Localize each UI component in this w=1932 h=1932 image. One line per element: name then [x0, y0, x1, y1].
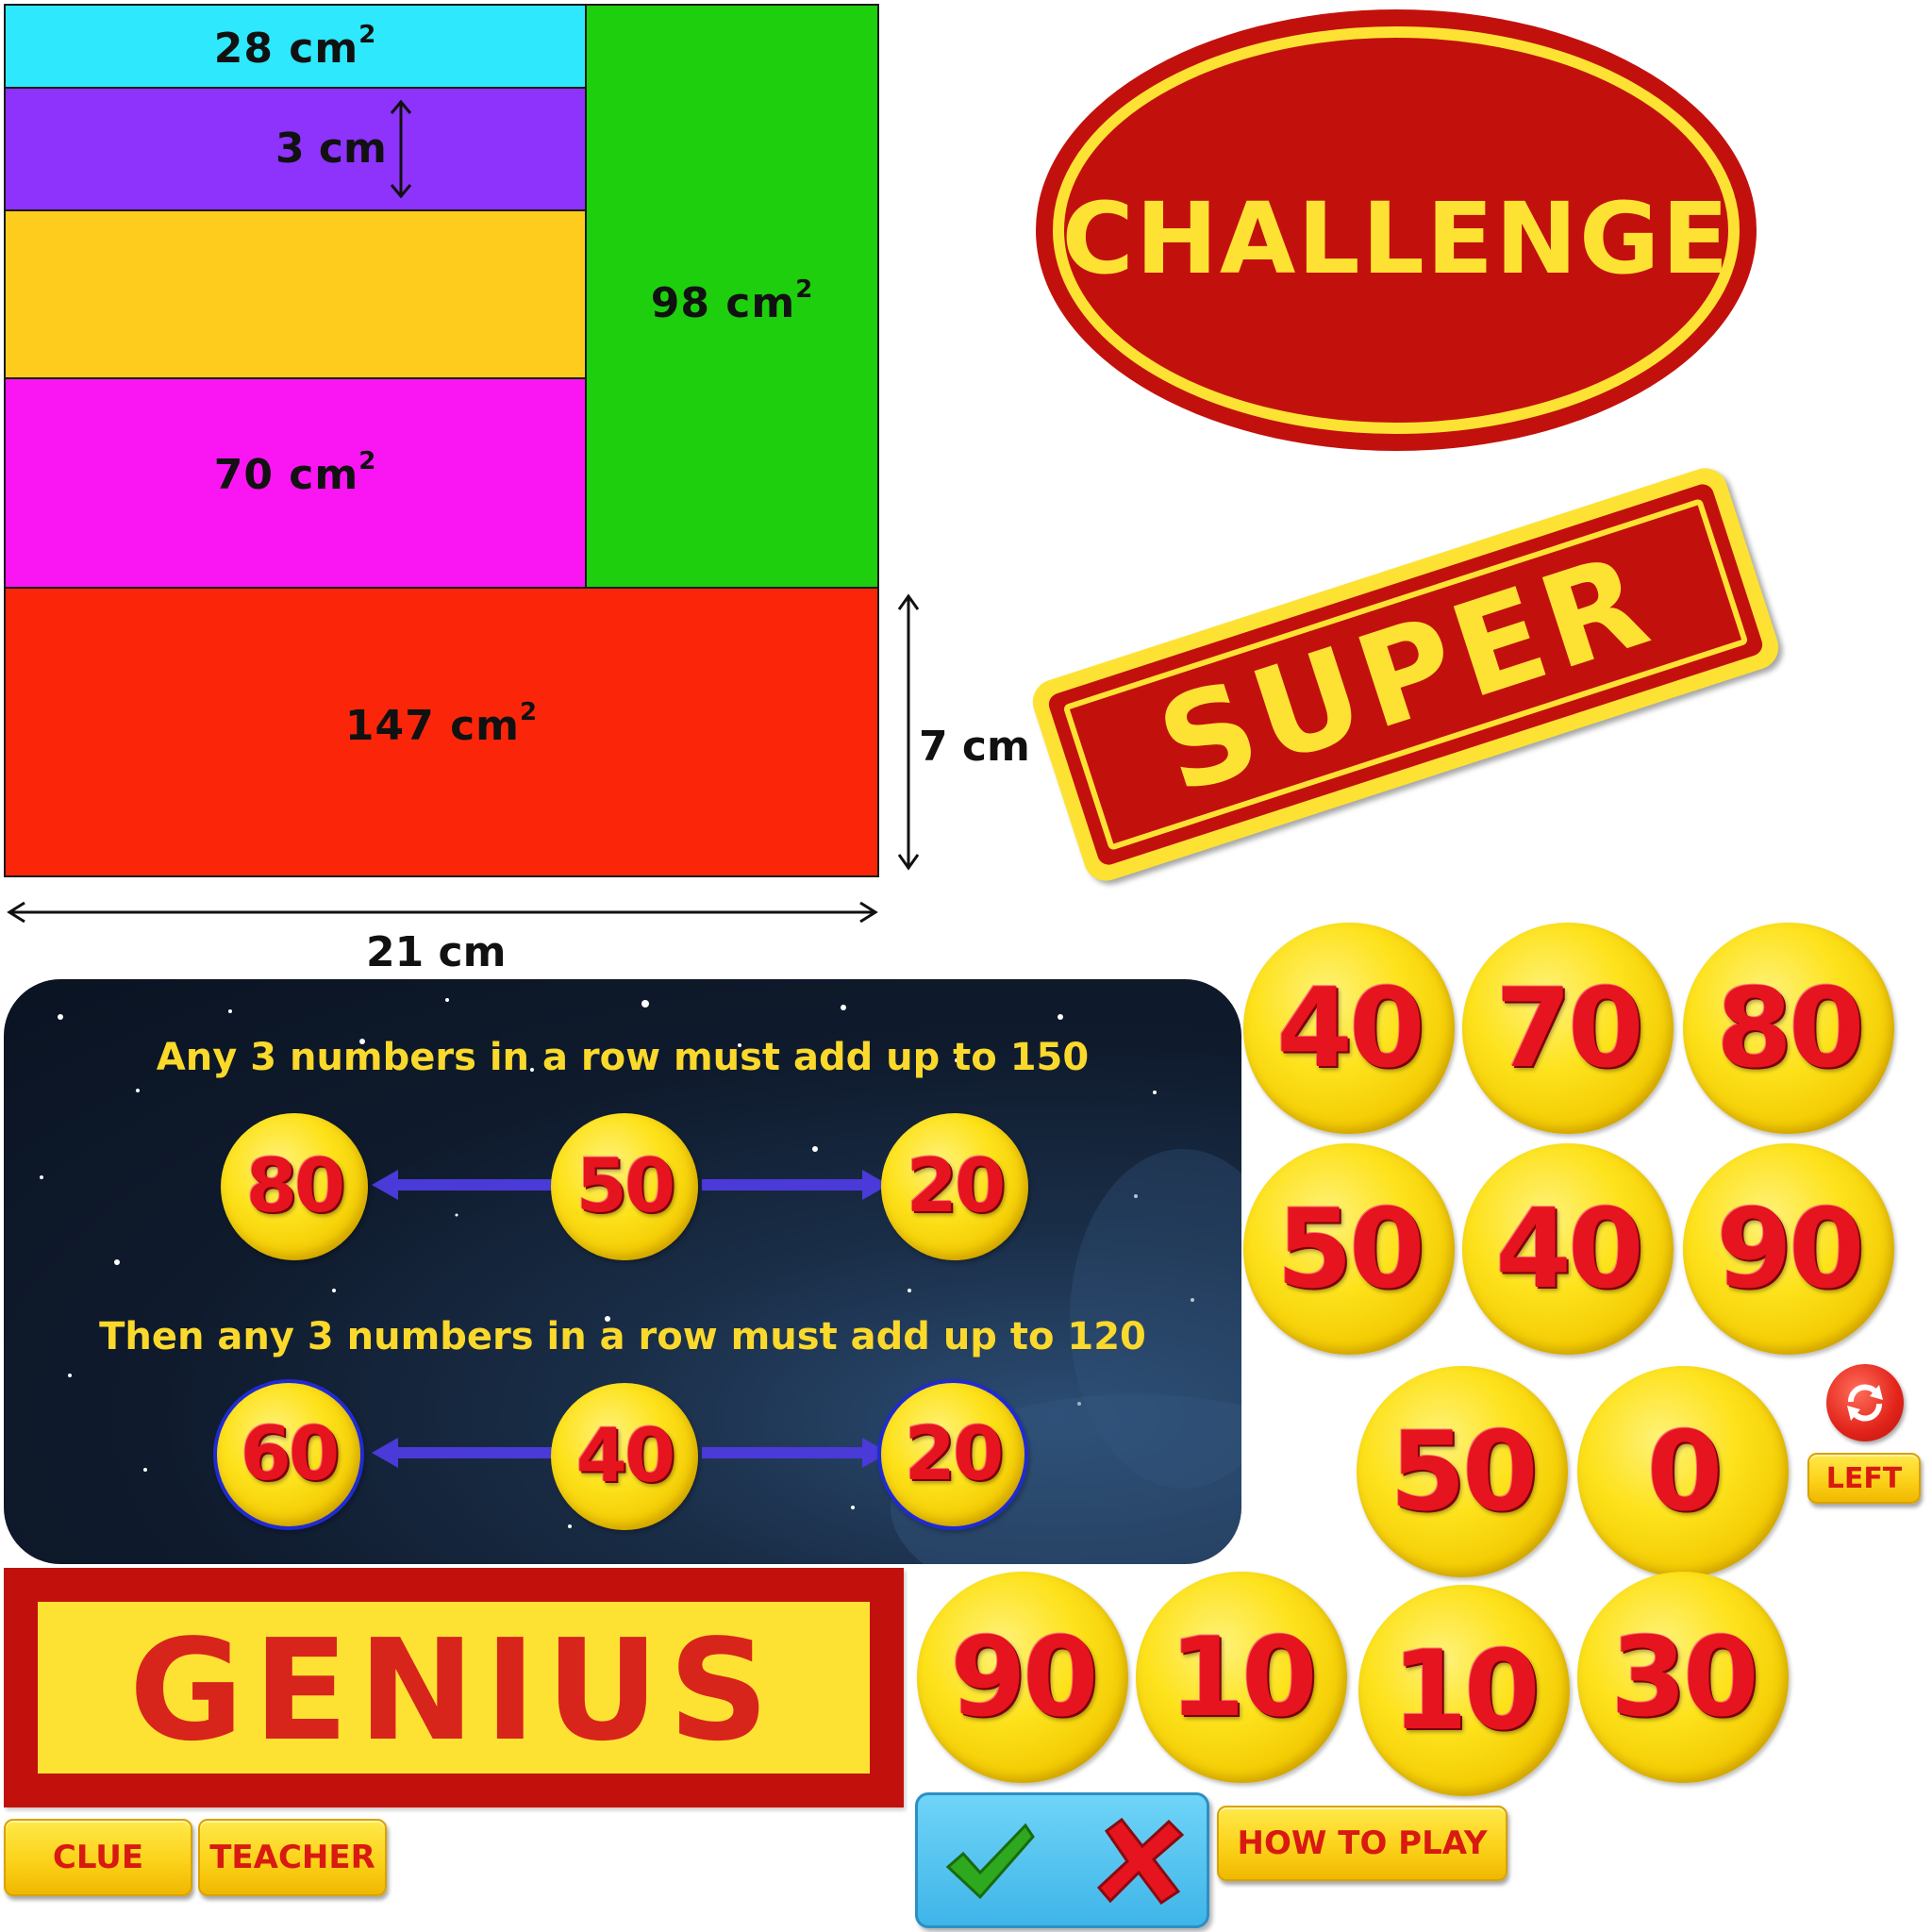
- example-coin: 20: [877, 1379, 1028, 1530]
- example-panel: Any 3 numbers in a row must add up to 15…: [4, 979, 1241, 1564]
- red-rectangle[interactable]: 147 cm2: [4, 587, 879, 877]
- vertical-arrow-3cm: [390, 99, 412, 199]
- number-tile[interactable]: 50: [1243, 1143, 1455, 1355]
- number-tile[interactable]: 30: [1577, 1572, 1789, 1783]
- example-coin: 80: [221, 1113, 368, 1260]
- how-to-play-button[interactable]: HOW TO PLAY: [1217, 1806, 1507, 1881]
- super-stamp[interactable]: SUPER: [1026, 462, 1785, 887]
- rule-1-text: Any 3 numbers in a row must add up to 15…: [156, 1036, 1090, 1079]
- purple-height-label: 3 cm: [275, 125, 387, 173]
- example-coin: 50: [551, 1113, 698, 1260]
- number-tile[interactable]: 70: [1462, 923, 1674, 1134]
- number-tile[interactable]: 90: [1683, 1143, 1894, 1355]
- genius-text: GENIUS: [128, 1609, 779, 1772]
- red-height-label: 7 cm: [919, 723, 1030, 771]
- number-tile[interactable]: 10: [1358, 1585, 1570, 1796]
- rule-2-text: Then any 3 numbers in a row must add up …: [99, 1315, 1146, 1358]
- yellow-rectangle[interactable]: [4, 209, 587, 379]
- refresh-arrows-icon: [1847, 1384, 1883, 1422]
- purple-rectangle[interactable]: 3 cm: [4, 87, 587, 211]
- teacher-button[interactable]: TEACHER: [198, 1819, 387, 1896]
- width-label: 21 cm: [366, 928, 507, 976]
- example-coin: 60: [213, 1379, 364, 1530]
- answer-check-panel: [915, 1792, 1209, 1928]
- number-tile[interactable]: 40: [1243, 923, 1455, 1134]
- number-tile[interactable]: 40: [1462, 1143, 1674, 1355]
- magenta-rectangle[interactable]: 70 cm2: [4, 377, 587, 589]
- number-tile[interactable]: 0: [1577, 1366, 1789, 1577]
- genius-banner[interactable]: GENIUS: [4, 1568, 904, 1807]
- superscript: 2: [520, 698, 539, 726]
- number-tile[interactable]: 10: [1136, 1572, 1347, 1783]
- red-area-label: 147 cm: [344, 702, 520, 750]
- left-button[interactable]: LEFT: [1807, 1453, 1921, 1504]
- number-tile[interactable]: 90: [917, 1572, 1128, 1783]
- example-coin: 20: [881, 1113, 1028, 1260]
- check-icon[interactable]: [942, 1820, 1037, 1905]
- magenta-area-label: 70 cm: [213, 451, 359, 499]
- horizontal-arrow-21cm: [7, 901, 878, 924]
- example-coin: 40: [551, 1383, 698, 1530]
- challenge-stamp[interactable]: CHALLENGE: [1032, 6, 1760, 455]
- cyan-area-label: 28 cm: [213, 25, 359, 73]
- cyan-rectangle[interactable]: 28 cm2: [4, 4, 587, 89]
- green-area-label: 98 cm: [650, 279, 796, 327]
- superscript: 2: [358, 21, 377, 49]
- number-tile[interactable]: 80: [1683, 923, 1894, 1134]
- clue-button[interactable]: CLUE: [4, 1819, 192, 1896]
- cross-icon[interactable]: [1093, 1814, 1188, 1908]
- reset-icon[interactable]: [1826, 1364, 1904, 1441]
- superscript: 2: [358, 447, 377, 475]
- green-rectangle[interactable]: 98 cm2: [585, 4, 879, 589]
- number-tile[interactable]: 50: [1357, 1366, 1568, 1577]
- challenge-text: CHALLENGE: [1061, 181, 1731, 296]
- superscript: 2: [795, 275, 814, 304]
